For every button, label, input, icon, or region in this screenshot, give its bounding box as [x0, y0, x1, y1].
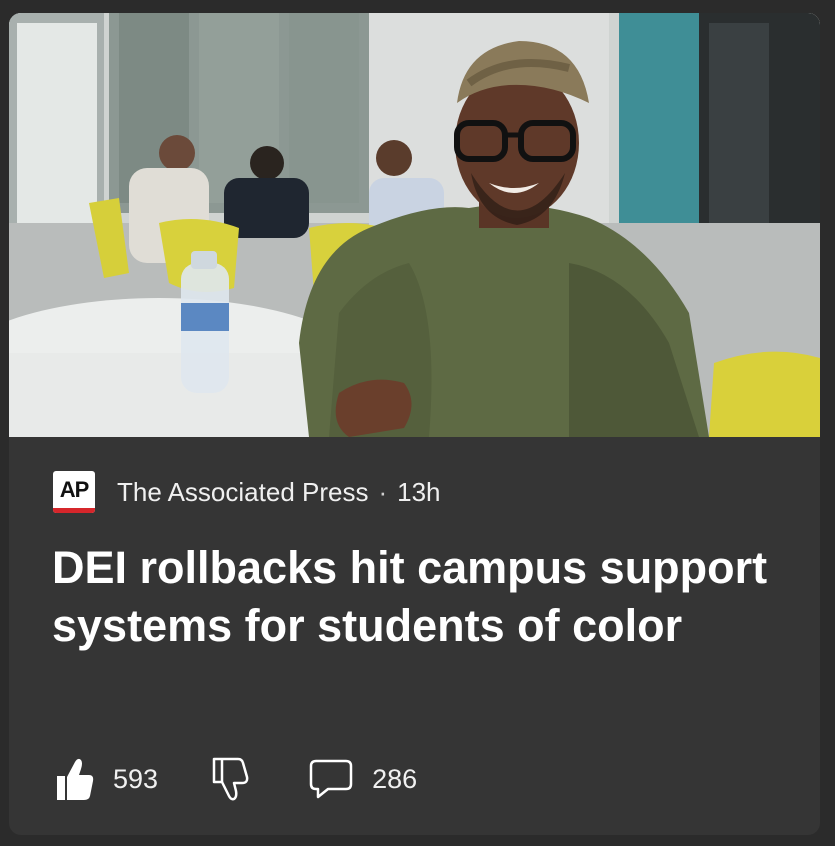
article-headline[interactable]: DEI rollbacks hit campus support systems… [52, 539, 792, 655]
source-logo: AP [53, 471, 95, 513]
source-name[interactable]: The Associated Press [117, 477, 368, 508]
separator-dot: · [378, 476, 388, 507]
thumbs-up-icon [57, 758, 94, 800]
news-card[interactable]: AP The Associated Press · 13h DEI rollba… [9, 13, 820, 835]
thumbs-down-icon [212, 757, 249, 801]
comment-button[interactable]: 286 [308, 757, 417, 801]
comment-count: 286 [372, 763, 418, 794]
source-logo-text: AP [59, 477, 90, 502]
dislike-button[interactable] [208, 755, 252, 803]
source-logo-bar [53, 508, 95, 513]
article-meta: AP The Associated Press · 13h [53, 470, 441, 514]
article-age: 13h [397, 476, 441, 507]
article-photo[interactable] [9, 13, 820, 437]
like-button[interactable]: 593 [53, 756, 158, 802]
like-count: 593 [113, 763, 159, 794]
comment-icon [309, 759, 353, 799]
action-bar: 593 286 [53, 754, 417, 804]
